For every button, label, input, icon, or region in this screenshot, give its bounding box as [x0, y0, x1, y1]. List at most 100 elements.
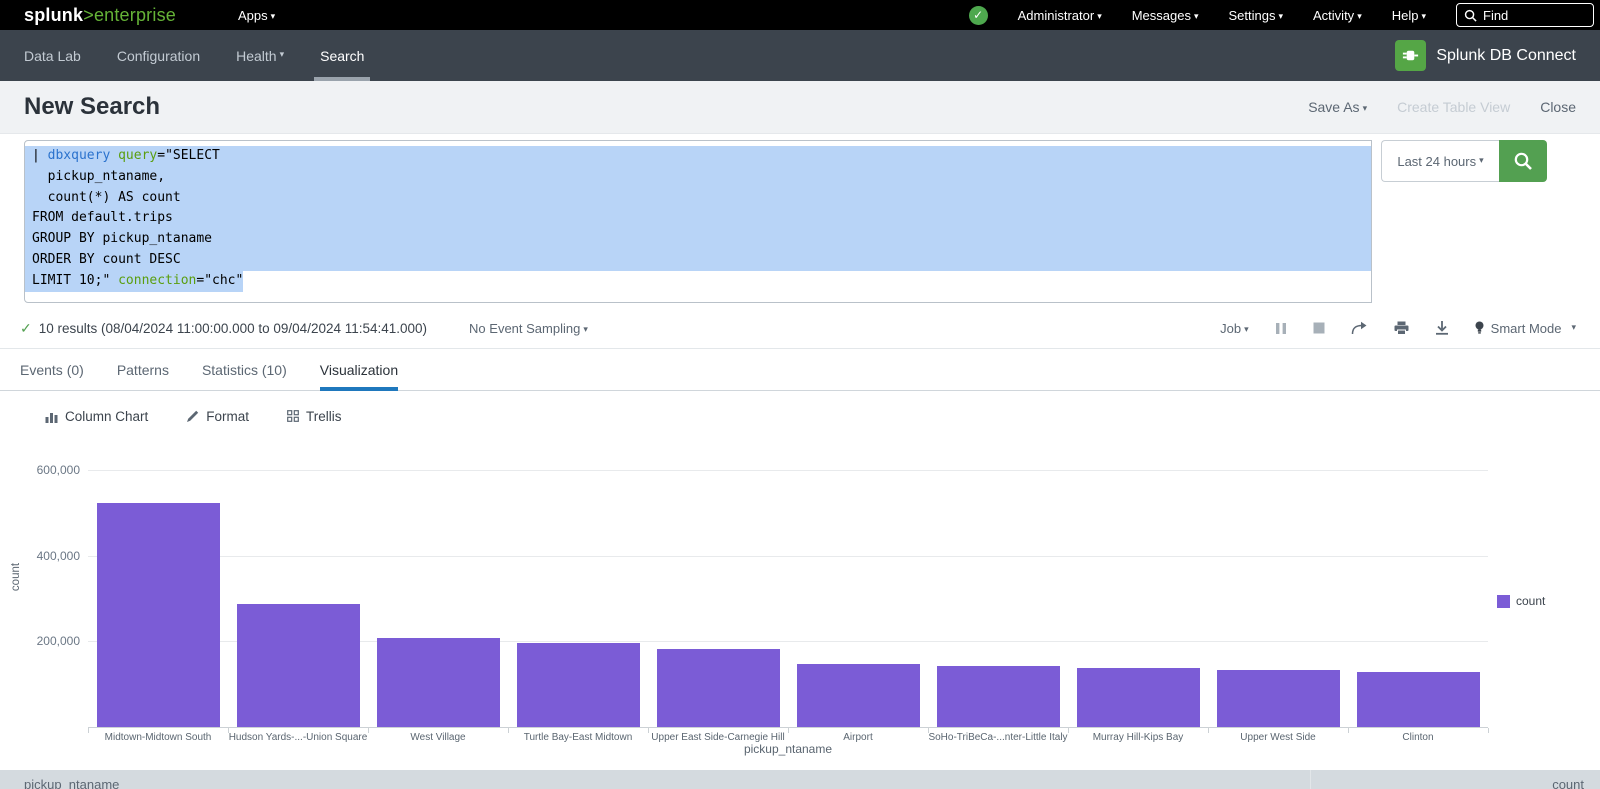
page-header: New Search Save As▾ Create Table View Cl… — [0, 81, 1600, 134]
administrator-menu-label: Administrator — [1018, 8, 1095, 23]
help-menu-label: Help — [1392, 8, 1419, 23]
nav-label: Health — [236, 48, 276, 64]
header-actions: Save As▾ Create Table View Close — [1308, 99, 1576, 115]
bar-2[interactable] — [237, 604, 360, 727]
topbar-right: ✓ Administrator▾ Messages▾ Settings▾ Act… — [969, 3, 1594, 27]
column-header-count[interactable]: count — [1310, 770, 1600, 789]
app-identity: Splunk DB Connect — [1395, 40, 1576, 71]
nav-label: Data Lab — [24, 48, 81, 64]
find-input[interactable] — [1483, 8, 1573, 23]
chevron-down-icon: ▾ — [1571, 322, 1576, 333]
gridline — [88, 556, 1488, 557]
nav-item-data-lab[interactable]: Data Lab — [24, 30, 81, 81]
chevron-down-icon: ▾ — [583, 324, 588, 334]
chart-type-picker[interactable]: Column Chart — [45, 409, 148, 424]
column-chart: count pickup_ntaname count 200,000400,00… — [0, 445, 1600, 757]
tab-visualization[interactable]: Visualization — [320, 349, 398, 391]
splunk-db-connect-search-page: splunk>enterprise Apps▾ ✓ Administrator▾… — [0, 0, 1600, 789]
messages-menu-label: Messages — [1132, 8, 1191, 23]
pause-icon[interactable] — [1275, 322, 1287, 335]
chevron-down-icon: ▾ — [1194, 11, 1199, 21]
chevron-down-icon: ▾ — [1097, 11, 1102, 21]
splunk-logo[interactable]: splunk>enterprise — [24, 5, 176, 26]
job-menu[interactable]: Job▾ — [1220, 321, 1249, 336]
export-icon[interactable] — [1435, 321, 1449, 335]
run-search-button[interactable] — [1499, 140, 1547, 182]
bar-3[interactable] — [377, 638, 500, 727]
health-status-icon[interactable]: ✓ — [969, 6, 988, 25]
bar-9[interactable] — [1217, 670, 1340, 727]
bulb-icon — [1475, 321, 1484, 335]
logo-gt: > — [83, 5, 94, 25]
nav-item-search[interactable]: Search — [320, 30, 364, 81]
trellis-button[interactable]: Trellis — [287, 409, 342, 424]
chart-legend[interactable]: count — [1497, 594, 1545, 608]
nav-item-health[interactable]: Health▾ — [236, 30, 284, 81]
category-label: Midtown-Midtown South — [88, 732, 228, 743]
nav-label: Search — [320, 48, 364, 64]
bar-8[interactable] — [1077, 668, 1200, 727]
query-line: pickup_ntaname, — [25, 167, 1371, 188]
close-button[interactable]: Close — [1540, 99, 1576, 115]
messages-menu[interactable]: Messages▾ — [1132, 8, 1199, 23]
settings-menu[interactable]: Settings▾ — [1229, 8, 1284, 23]
category-label: Upper West Side — [1208, 732, 1348, 743]
print-icon[interactable] — [1394, 321, 1409, 335]
chevron-down-icon: ▾ — [1357, 11, 1362, 21]
bar-6[interactable] — [797, 664, 920, 727]
tab-events[interactable]: Events (0) — [20, 349, 84, 391]
column-header-pickup-ntaname[interactable]: pickup_ntaname — [0, 770, 1310, 789]
share-icon[interactable] — [1351, 321, 1368, 335]
bar-10[interactable] — [1357, 672, 1480, 727]
time-range-label: Last 24 hours — [1397, 154, 1476, 169]
nav-item-configuration[interactable]: Configuration — [117, 30, 200, 81]
chevron-down-icon: ▾ — [1421, 11, 1426, 21]
create-table-view-button[interactable]: Create Table View — [1397, 99, 1510, 115]
format-button[interactable]: Format — [186, 409, 249, 424]
activity-menu-label: Activity — [1313, 8, 1354, 23]
stop-icon[interactable] — [1313, 322, 1325, 334]
column-chart-icon — [45, 410, 58, 423]
bar-4[interactable] — [517, 643, 640, 727]
statistics-table-header: pickup_ntaname count — [0, 770, 1600, 789]
bar-5[interactable] — [657, 649, 780, 727]
category-label: Upper East Side-Carnegie Hill — [648, 732, 788, 743]
search-query-input[interactable]: | dbxquery query="SELECT pickup_ntaname,… — [24, 140, 1372, 303]
apps-menu[interactable]: Apps▾ — [238, 8, 275, 23]
legend-label: count — [1516, 594, 1545, 608]
time-range-picker[interactable]: Last 24 hours▾ — [1381, 140, 1499, 182]
chevron-down-icon: ▾ — [1363, 103, 1368, 113]
format-label: Format — [206, 409, 249, 424]
query-line: count(*) AS count — [25, 188, 1371, 209]
logo-enterprise-text: enterprise — [94, 5, 176, 25]
category-label: Clinton — [1348, 732, 1488, 743]
save-as-button[interactable]: Save As▾ — [1308, 99, 1367, 115]
results-tabs: Events (0) Patterns Statistics (10) Visu… — [0, 349, 1600, 391]
tab-statistics[interactable]: Statistics (10) — [202, 349, 287, 391]
job-menu-label: Job — [1220, 321, 1241, 336]
logo-splunk-text: splunk — [24, 5, 83, 25]
apps-menu-label: Apps — [238, 8, 268, 23]
trellis-label: Trellis — [306, 409, 342, 424]
find-search-box[interactable] — [1456, 3, 1594, 27]
category-label: West Village — [368, 732, 508, 743]
category-label: Turtle Bay-East Midtown — [508, 732, 648, 743]
search-icon — [1513, 151, 1533, 171]
tab-patterns[interactable]: Patterns — [117, 349, 169, 391]
help-menu[interactable]: Help▾ — [1392, 8, 1426, 23]
event-sampling-label: No Event Sampling — [469, 321, 580, 336]
administrator-menu[interactable]: Administrator▾ — [1018, 8, 1102, 23]
pencil-icon — [186, 410, 199, 423]
search-mode-menu[interactable]: Smart Mode ▾ — [1475, 321, 1576, 336]
job-controls: Job▾ Smart Mode ▾ — [1220, 321, 1576, 336]
bar-1[interactable] — [97, 503, 220, 727]
search-icon — [1464, 9, 1477, 22]
event-sampling-menu[interactable]: No Event Sampling▾ — [469, 321, 588, 336]
activity-menu[interactable]: Activity▾ — [1313, 8, 1362, 23]
category-label: Hudson Yards-...-Union Square — [228, 732, 368, 743]
x-axis-title: pickup_ntaname — [88, 742, 1488, 756]
y-axis-tick-label: 600,000 — [0, 463, 80, 477]
chevron-down-icon: ▾ — [1479, 155, 1484, 166]
visualization-controls: Column Chart Format Trellis — [0, 399, 1600, 433]
bar-7[interactable] — [937, 666, 1060, 727]
